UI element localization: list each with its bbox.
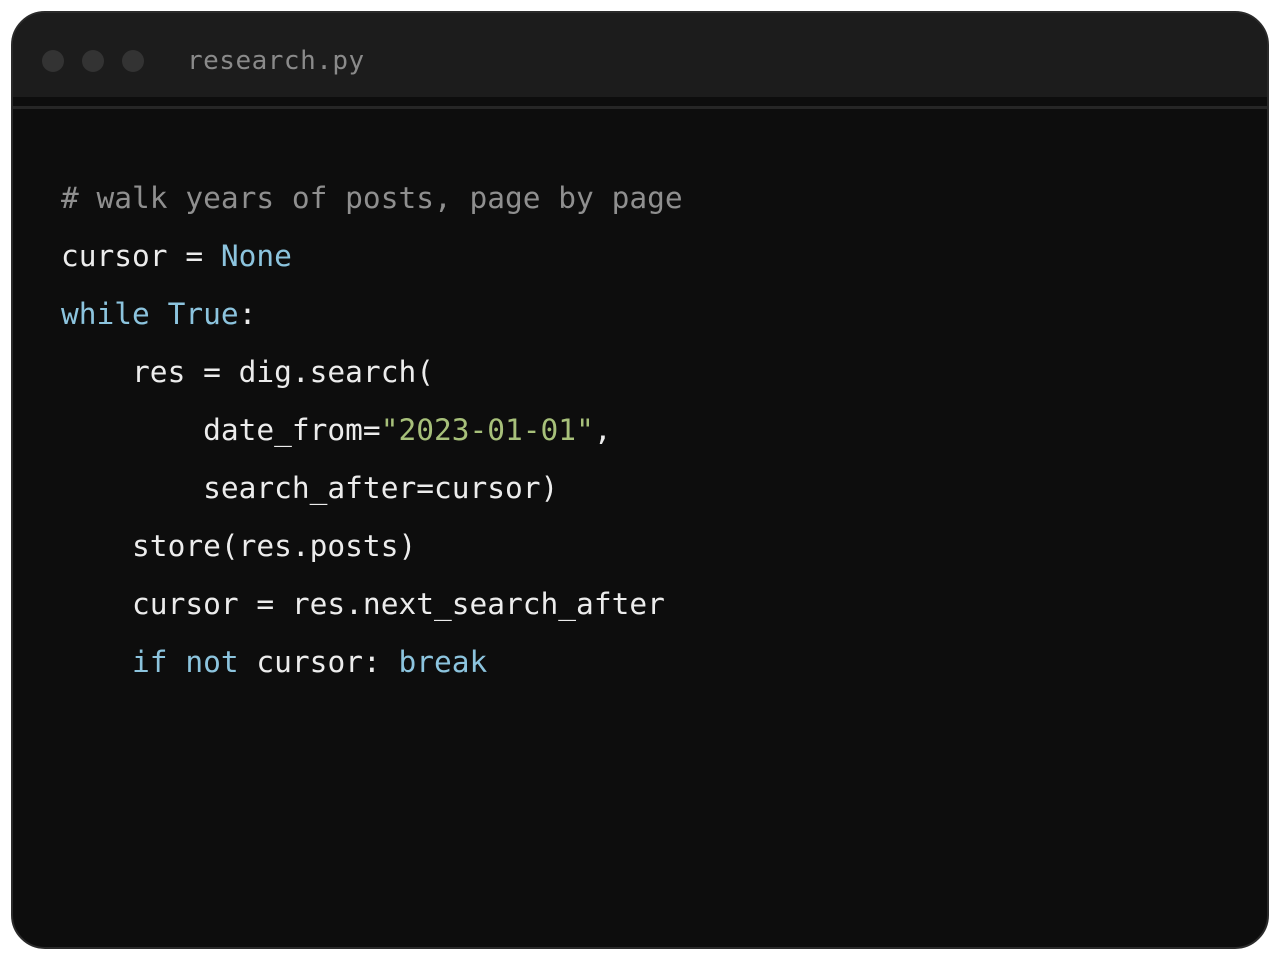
code-line: if not cursor: break xyxy=(61,633,683,691)
code-line: search_after=cursor) xyxy=(61,459,683,517)
code-token-comment: # walk years of posts, page by page xyxy=(61,181,683,215)
code-token-plain: cursor: xyxy=(238,645,399,679)
code-token-plain: store(res.posts) xyxy=(61,529,417,563)
code-token-plain: cursor = res.next_search_after xyxy=(61,587,665,621)
code-line: res = dig.search( xyxy=(61,343,683,401)
code-line: store(res.posts) xyxy=(61,517,683,575)
code-line: # walk years of posts, page by page xyxy=(61,169,683,227)
code-token-plain: date_from= xyxy=(61,413,381,447)
code-line: date_from="2023-01-01", xyxy=(61,401,683,459)
code-token-kw: True xyxy=(167,297,239,331)
code-block[interactable]: # walk years of posts, page by page curso… xyxy=(61,169,683,691)
minimize-window-dot-icon[interactable] xyxy=(82,50,104,72)
code-token-plain: , xyxy=(593,413,612,447)
code-token-str: "2023-01-01" xyxy=(380,413,594,447)
maximize-window-dot-icon[interactable] xyxy=(122,50,144,72)
close-window-dot-icon[interactable] xyxy=(42,50,64,72)
code-token-kw: None xyxy=(220,239,292,273)
code-token-plain: res = dig.search( xyxy=(61,355,434,389)
code-token-kw: while xyxy=(61,297,150,331)
editor-window: research.py # walk years of posts, page … xyxy=(11,11,1269,949)
code-token-kw: break xyxy=(398,645,488,679)
code-token-kw: not xyxy=(185,645,239,679)
code-token-plain: cursor = xyxy=(61,239,221,273)
title-bar-divider xyxy=(13,106,1267,109)
code-token-kw: if xyxy=(132,645,168,679)
code-line: cursor = res.next_search_after xyxy=(61,575,683,633)
code-line: while True: xyxy=(61,285,683,343)
file-name-tab: research.py xyxy=(187,46,365,76)
title-bar: research.py xyxy=(13,13,1267,97)
code-token-plain: : xyxy=(238,297,257,331)
code-token-plain: search_after=cursor) xyxy=(61,471,559,505)
code-line: cursor = None xyxy=(61,227,683,285)
